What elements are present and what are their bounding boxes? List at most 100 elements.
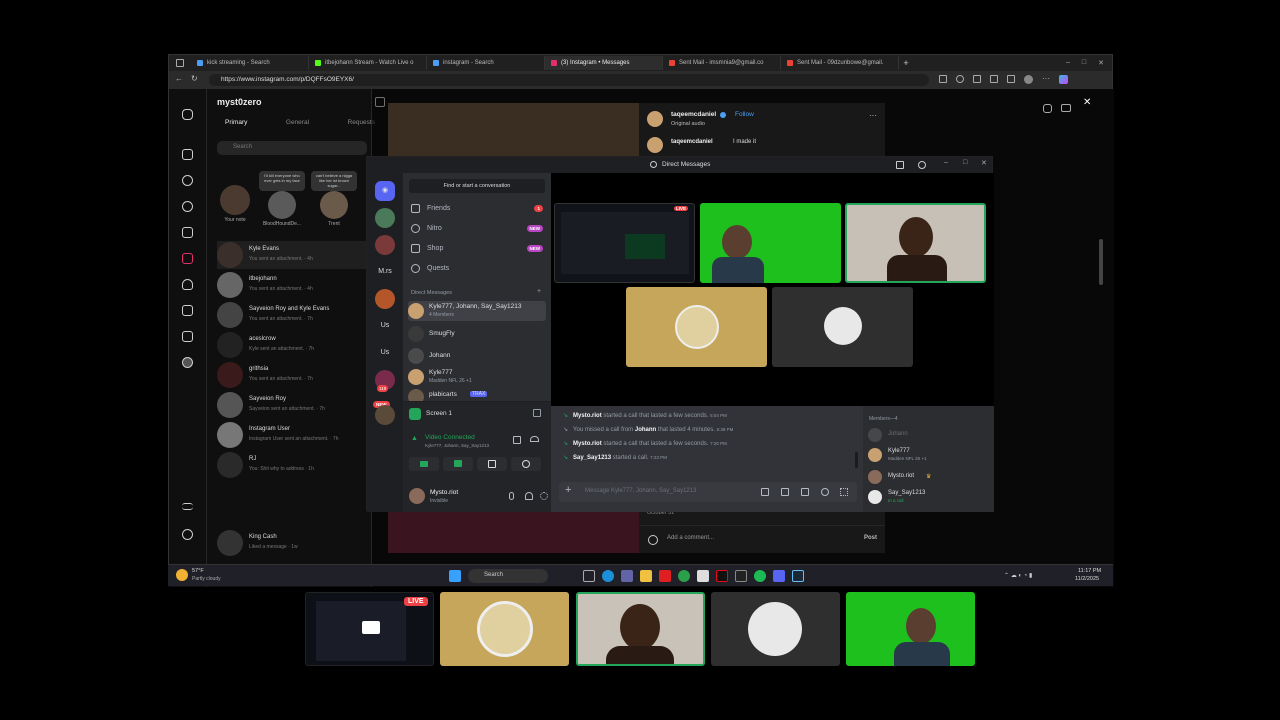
inbox-icon[interactable]	[896, 161, 904, 169]
browser-tab[interactable]: itbejohann Stream - Watch Live o	[309, 56, 427, 70]
gif-icon[interactable]	[781, 488, 789, 496]
video-call-icon[interactable]	[1061, 104, 1071, 112]
quests-item[interactable]: Quests	[411, 264, 543, 273]
inbox-username[interactable]: myst0zero	[217, 97, 262, 107]
store-icon[interactable]	[697, 570, 709, 582]
browser-tab[interactable]: Sent Mail - imsmnia9@gmail.co	[663, 56, 781, 70]
inbox-search-input[interactable]: Search	[217, 141, 367, 155]
server-icon[interactable]: M.rs	[375, 262, 395, 282]
shop-item[interactable]: Shop NEW	[411, 244, 543, 253]
conversation-row[interactable]: Instagram User Instagram User sent an att…	[217, 421, 367, 449]
browser-tab[interactable]: Sent Mail - 09dzunbowe@gmail.	[781, 56, 899, 70]
disconnect-icon[interactable]	[530, 436, 539, 442]
emoji-icon[interactable]	[648, 535, 658, 545]
follow-button[interactable]: Follow	[735, 111, 754, 118]
friends-item[interactable]: Friends 1	[411, 204, 543, 213]
read-aloud-icon[interactable]	[939, 75, 947, 83]
teams-icon[interactable]	[621, 570, 633, 582]
headset-icon[interactable]	[525, 492, 533, 500]
dm-item-group[interactable]: Kyle777, Johann, Say_Say1213 4 Members	[408, 301, 546, 321]
conversation-row[interactable]: itbejohann You sent an attachment. · 4h	[217, 271, 367, 299]
instagram-logo-icon[interactable]	[182, 109, 193, 120]
tab-primary[interactable]: Primary	[225, 119, 247, 126]
close-icon[interactable]: ✕	[981, 159, 987, 167]
member-item[interactable]: Mysto.riot ♛	[868, 470, 988, 484]
server-icon[interactable]: Us	[375, 316, 395, 336]
overlay-tile-screen[interactable]: LIVE	[305, 592, 434, 666]
conversation-row[interactable]: King Cash Liked a message · 1w	[217, 529, 367, 557]
screen-button[interactable]	[443, 457, 473, 471]
mic-icon[interactable]	[509, 492, 514, 500]
browser-tab-active[interactable]: (3) Instagram • Messages	[545, 56, 663, 70]
tab-general[interactable]: General	[286, 119, 309, 126]
apps-icon[interactable]	[840, 488, 848, 496]
dashboard-icon[interactable]	[182, 331, 193, 342]
post-author[interactable]: taqeemcdaniel	[671, 111, 716, 118]
youtube-icon[interactable]	[659, 570, 671, 582]
clock-date[interactable]: 11/2/2025	[1075, 576, 1099, 582]
reload-icon[interactable]: ↻	[191, 74, 198, 83]
new-tab-button[interactable]: +	[899, 58, 913, 68]
sticker-icon[interactable]	[801, 488, 809, 496]
copilot-icon[interactable]	[1059, 75, 1068, 84]
search-icon[interactable]	[182, 175, 193, 186]
server-icon[interactable]	[375, 208, 395, 228]
video-tile-greenscreen[interactable]	[700, 203, 841, 283]
url-field[interactable]: https://www.instagram.com/p/DQFFsO9EYX6/	[209, 74, 929, 86]
reels-icon[interactable]	[182, 227, 193, 238]
home-icon[interactable]	[182, 149, 193, 160]
call-user[interactable]: Say_Say1213	[573, 455, 611, 461]
discord-home-icon[interactable]: ◉	[375, 181, 395, 201]
camera-button[interactable]	[409, 457, 439, 471]
server-icon[interactable]: Us	[375, 343, 395, 363]
conversation-row[interactable]: aceslcrow Kyle sent an attachment. · 7h	[217, 331, 367, 359]
screen-share-row[interactable]: Screen 1	[409, 408, 545, 422]
chrome-icon[interactable]	[678, 570, 690, 582]
dm-item[interactable]: plabicarts TRAX	[408, 387, 546, 401]
overlay-tile-avatar-gold[interactable]	[440, 592, 569, 666]
help-icon[interactable]	[918, 161, 926, 169]
attach-plus-icon[interactable]: +	[565, 484, 571, 496]
browser-tab[interactable]: kick streaming - Search	[191, 56, 309, 70]
post-audio[interactable]: Original audio	[671, 121, 705, 127]
chat-scrollbar[interactable]	[855, 452, 858, 468]
emoji-icon[interactable]	[821, 488, 829, 496]
spotify-icon[interactable]	[754, 570, 766, 582]
message-input[interactable]: Message Kyle777, Johann, Say_Say1213	[585, 488, 696, 494]
close-modal-icon[interactable]: ✕	[1083, 97, 1091, 108]
tab-requests[interactable]: Requests	[348, 119, 375, 126]
stop-stream-icon[interactable]	[533, 409, 541, 417]
close-icon[interactable]: ✕	[1098, 59, 1104, 67]
user-avatar[interactable]	[409, 488, 425, 504]
explore-icon[interactable]	[182, 201, 193, 212]
dm-item[interactable]: Kyle777 Madden NFL 26 +1	[408, 367, 546, 387]
clock-time[interactable]: 11:17 PM	[1078, 568, 1101, 574]
server-icon[interactable]	[375, 235, 395, 255]
back-icon[interactable]: ←	[175, 74, 183, 83]
activities-button[interactable]	[477, 457, 507, 471]
conversation-row[interactable]: RJ You: Shit why to address · 1h	[217, 451, 367, 479]
caption-author[interactable]: taqeemcdaniel	[671, 139, 713, 145]
conversation-row[interactable]: Sayveion Roy and Kyle Evans You sent an a…	[217, 301, 367, 329]
nitro-item[interactable]: Nitro NEW	[411, 224, 543, 233]
weather-temp[interactable]: 57°F	[192, 568, 204, 574]
call-user[interactable]: Mysto.riot	[573, 441, 602, 447]
netflix-icon[interactable]	[716, 570, 728, 582]
overlay-tile-speaking[interactable]	[576, 592, 705, 666]
note-your-note[interactable]: Your note	[217, 171, 253, 231]
settings-gear-icon[interactable]	[540, 492, 548, 500]
tab-actions-icon[interactable]	[169, 56, 191, 70]
voice-status[interactable]: Video Connected	[425, 434, 475, 441]
voice-channel[interactable]: Kyle777, Johann, Say_Say1213	[425, 443, 489, 448]
messages-icon[interactable]	[182, 253, 193, 264]
notifications-icon[interactable]	[182, 279, 193, 290]
maximize-icon[interactable]: □	[1082, 59, 1086, 67]
create-dm-button[interactable]: +	[537, 288, 541, 295]
browser-tab[interactable]: instagram - Search	[427, 56, 545, 70]
noise-suppression-icon[interactable]	[513, 436, 521, 444]
overlay-tile-greenscreen[interactable]	[846, 592, 975, 666]
dm-item[interactable]: SmugFly	[408, 324, 546, 344]
member-item[interactable]: Say_Say1213 In a call	[868, 490, 988, 506]
call-user[interactable]: Mysto.riot	[573, 413, 602, 419]
video-tile-speaking[interactable]	[845, 203, 986, 283]
